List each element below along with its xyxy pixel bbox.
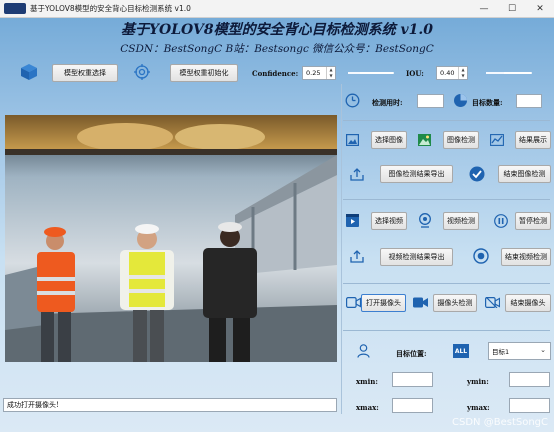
model-init-button[interactable]: 模型权重初始化 <box>170 64 238 82</box>
page-subtitle: CSDN：BestSongC B站：Bestsongc 微信公众号：BestSo… <box>120 43 434 55</box>
confidence-slider[interactable] <box>348 72 394 74</box>
divider <box>343 199 550 200</box>
check-circle-icon <box>469 166 485 182</box>
pause-detection-button[interactable]: 暂停检测 <box>515 212 551 230</box>
show-result-button[interactable]: 结果展示 <box>515 131 551 149</box>
xmax-field <box>392 398 433 413</box>
time-field <box>417 94 444 108</box>
maximize-button[interactable]: ☐ <box>498 0 526 17</box>
iou-slider-fill <box>486 72 505 74</box>
iou-slider[interactable] <box>486 72 532 74</box>
detect-image-button[interactable]: 图像检测 <box>443 131 479 149</box>
minimize-button[interactable]: — <box>470 0 498 17</box>
count-label: 目标数量: <box>472 98 503 107</box>
ymax-field <box>509 398 550 413</box>
export-video-button[interactable]: 视频检测结果导出 <box>380 248 453 266</box>
xmax-label: xmax: <box>356 403 379 412</box>
model-select-button[interactable]: 模型权重选择 <box>52 64 118 82</box>
confidence-slider-fill <box>348 72 360 74</box>
stop-camera-button[interactable]: 结束摄像头 <box>505 294 551 312</box>
pie-chart-icon <box>454 94 467 107</box>
confidence-label: Confidence: <box>252 69 299 78</box>
export-icon <box>350 168 364 181</box>
divider <box>343 120 550 121</box>
panel-divider <box>341 84 342 414</box>
confidence-value: 0.25 <box>306 69 321 77</box>
watermark: CSDN @BestSongC <box>452 417 548 428</box>
all-badge: ALL <box>453 344 469 358</box>
export-image-button[interactable]: 图像检测结果导出 <box>380 165 453 183</box>
detect-video-button[interactable]: 视频检测 <box>443 212 479 230</box>
user-icon <box>357 344 370 358</box>
select-image-button[interactable]: 选择图像 <box>371 131 407 149</box>
window-title: 基于YOLOV8模型的安全背心目标检测系统 v1.0 <box>30 4 191 13</box>
video-camera-icon <box>413 297 428 308</box>
xmin-field <box>392 372 433 387</box>
camera-frame <box>5 115 337 362</box>
confidence-spinbox[interactable]: 0.25 ▲ ▼ <box>302 66 336 80</box>
time-label: 检测用时: <box>372 98 403 107</box>
app-icon <box>4 3 26 14</box>
camera-icon <box>346 297 361 308</box>
cube-icon <box>21 64 37 80</box>
ymin-label: ymin: <box>467 377 489 386</box>
video-file-icon <box>346 214 359 227</box>
divider <box>343 283 550 284</box>
app-window: 基于YOLOV8模型的安全背心目标检测系统 v1.0 — ☐ ✕ 基于YOLOV… <box>0 0 554 432</box>
webcam-icon <box>419 213 431 228</box>
page-title: 基于YOLOV8模型的安全背心目标检测系统 v1.0 <box>121 22 433 38</box>
target-position-label: 目标位置: <box>396 349 427 358</box>
close-button[interactable]: ✕ <box>526 0 554 17</box>
pause-icon <box>494 214 508 228</box>
target-selected-value: 目标1 <box>492 348 510 356</box>
stop-image-button[interactable]: 结束图像检测 <box>498 165 551 183</box>
count-field <box>516 94 542 108</box>
spin-arrows-icon[interactable]: ▲ ▼ <box>326 67 335 79</box>
divider <box>343 330 550 331</box>
picture-icon <box>418 134 431 146</box>
spin-arrows-icon[interactable]: ▲ ▼ <box>458 67 467 79</box>
all-label: ALL <box>454 347 468 355</box>
export-icon <box>350 250 364 263</box>
camera-view <box>5 115 337 362</box>
camera-detect-button[interactable]: 摄像头检测 <box>433 294 477 312</box>
stop-video-button[interactable]: 结束视频检测 <box>501 248 551 266</box>
target-select[interactable]: 目标1 ⌄ <box>488 342 551 360</box>
ymax-label: ymax: <box>467 403 490 412</box>
select-video-button[interactable]: 选择视频 <box>371 212 407 230</box>
title-bar: 基于YOLOV8模型的安全背心目标检测系统 v1.0 — ☐ ✕ <box>0 0 554 18</box>
chevron-down-icon[interactable]: ⌄ <box>540 346 546 354</box>
iou-value: 0.40 <box>440 69 455 77</box>
status-message: 成功打开摄像头! <box>7 401 59 409</box>
xmin-label: xmin: <box>356 377 378 386</box>
iou-spinbox[interactable]: 0.40 ▲ ▼ <box>436 66 468 80</box>
stop-circle-icon <box>473 248 489 264</box>
target-icon <box>134 64 150 80</box>
clock-icon <box>345 93 360 108</box>
iou-label: IOU: <box>406 69 424 78</box>
image-icon <box>346 134 359 146</box>
status-bar: 成功打开摄像头! <box>3 398 337 412</box>
camera-off-icon <box>485 297 500 308</box>
ymin-field <box>509 372 550 387</box>
line-chart-icon <box>490 134 504 146</box>
open-camera-button[interactable]: 打开摄像头 <box>361 294 406 312</box>
